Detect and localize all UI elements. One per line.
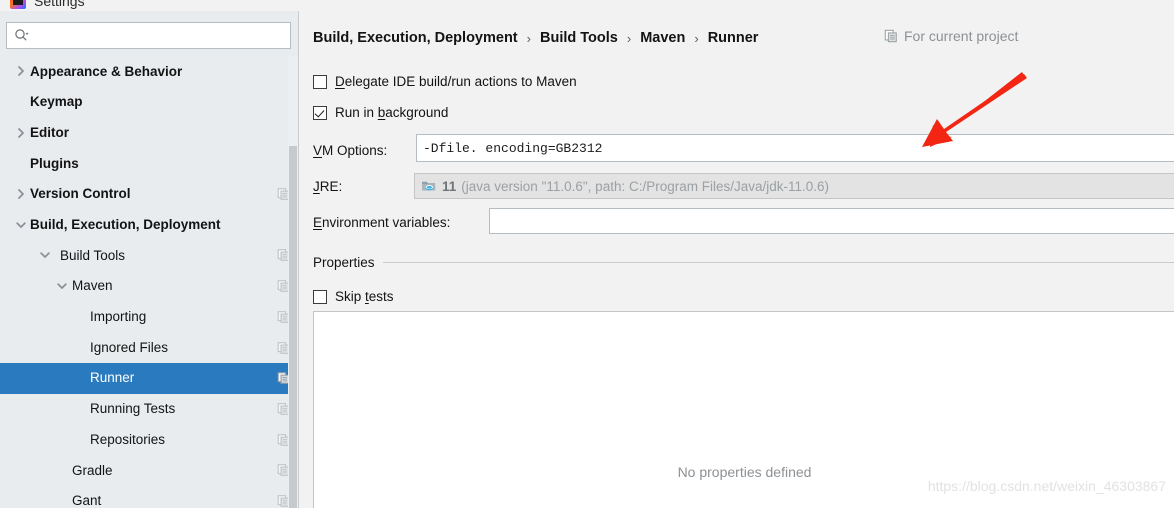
- chevron-right-icon[interactable]: [14, 64, 28, 78]
- search-input[interactable]: [34, 28, 274, 43]
- sidebar-item-label: Version Control: [30, 186, 131, 202]
- sidebar-item-label: Gant: [72, 493, 102, 508]
- chevron-right-icon[interactable]: [14, 126, 28, 140]
- sidebar-item-label: Repositories: [90, 431, 166, 447]
- breadcrumb-separator: ›: [694, 30, 699, 46]
- title-bar: Settings: [0, 0, 1174, 11]
- breadcrumb: Build, Execution, Deployment › Build Too…: [313, 27, 1174, 49]
- sidebar-item-label: Gradle: [72, 462, 113, 478]
- sidebar-item-label: Appearance & Behavior: [30, 63, 183, 79]
- section-divider: [382, 262, 1174, 263]
- sidebar-item-editor[interactable]: Editor: [0, 117, 298, 148]
- for-current-project-label: For current project: [904, 28, 1019, 44]
- sidebar-item-label: Keymap: [30, 94, 83, 110]
- sidebar-scrollbar-thumb[interactable]: [289, 146, 297, 508]
- sidebar-item-label: Maven: [72, 278, 113, 294]
- window-title: Settings: [34, 0, 85, 9]
- sidebar-item-build-execution-deployment[interactable]: Build, Execution, Deployment: [0, 209, 298, 240]
- watermark: https://blog.csdn.net/weixin_46303867: [927, 478, 1166, 494]
- delegate-mnemonic: D: [335, 74, 345, 89]
- delegate-ide-build-checkbox-row[interactable]: Delegate IDE build/run actions to Maven: [313, 74, 577, 89]
- chevron-down-icon[interactable]: [14, 218, 28, 232]
- run-in-background-label: Run in background: [335, 105, 449, 120]
- skip-tests-label-pre: Skip: [335, 289, 366, 304]
- skip-tests-label: Skip tests: [335, 289, 394, 304]
- properties-section-title: Properties: [313, 255, 375, 270]
- delegate-label-rest: elegate IDE build/run actions to Maven: [344, 74, 577, 89]
- sidebar-item-maven[interactable]: Maven: [0, 271, 298, 302]
- skip-tests-checkbox[interactable]: [313, 289, 327, 304]
- breadcrumb-separator: ›: [526, 30, 531, 46]
- skip-tests-checkbox-row[interactable]: Skip tests: [313, 289, 394, 304]
- environment-variables-input[interactable]: [489, 208, 1174, 234]
- settings-tree: Appearance & Behavior Keymap Editor Plugins…: [0, 56, 298, 508]
- run-in-background-checkbox[interactable]: [313, 105, 327, 120]
- breadcrumb-item[interactable]: Build Tools: [540, 30, 618, 46]
- sidebar-item-label: Build, Execution, Deployment: [30, 217, 221, 233]
- intellij-idea-logo-icon: [10, 0, 26, 9]
- jre-description: (java version "11.0.6", path: C:/Program…: [461, 178, 830, 194]
- sidebar-item-importing[interactable]: Importing: [0, 302, 298, 333]
- environment-variables-label: Environment variables:: [313, 215, 451, 230]
- jre-combo-box[interactable]: 11 (java version "11.0.6", path: C:/Prog…: [414, 173, 1174, 199]
- breadcrumb-item[interactable]: Maven: [640, 30, 685, 46]
- vm-options-input[interactable]: -Dfile. encoding=GB2312: [416, 134, 1174, 162]
- breadcrumb-item[interactable]: Runner: [708, 30, 759, 46]
- breadcrumb-separator: ›: [626, 30, 632, 46]
- jre-mnemonic: J: [313, 179, 320, 194]
- sidebar-item-label: Editor: [30, 124, 69, 140]
- settings-content-pane: Build, Execution, Deployment › Build Too…: [300, 11, 1174, 508]
- properties-section-header: Properties: [313, 255, 1174, 270]
- sidebar-item-label: Runner: [90, 370, 135, 386]
- sidebar-item-gradle[interactable]: Gradle: [0, 455, 298, 486]
- sidebar-item-repositories[interactable]: Repositories: [0, 424, 298, 455]
- vm-options-value: -Dfile. encoding=GB2312: [423, 140, 603, 156]
- delegate-ide-build-label: Delegate IDE build/run actions to Maven: [335, 74, 577, 89]
- settings-search-box[interactable]: [6, 22, 291, 49]
- settings-dialog: Settings Appearance & Behavior Keymap Edit…: [0, 0, 1174, 508]
- for-current-project-indicator: For current project: [884, 28, 1018, 44]
- java-folder-icon: [422, 181, 436, 191]
- sidebar-item-version-control[interactable]: Version Control: [0, 179, 298, 210]
- sidebar-item-label: Running Tests: [90, 401, 176, 417]
- jre-label: JRE:: [313, 179, 343, 194]
- vm-options-label: VM Options:: [313, 143, 388, 158]
- sidebar-scrollbar-track[interactable]: [288, 56, 298, 508]
- chevron-down-icon[interactable]: [55, 279, 69, 293]
- sidebar-item-label: Build Tools: [60, 247, 126, 263]
- copy-icon: [884, 29, 897, 43]
- sidebar-item-label: Ignored Files: [90, 339, 169, 355]
- skip-tests-label-rest: ests: [368, 289, 394, 304]
- env-vars-mnemonic: E: [313, 215, 323, 230]
- sidebar-item-gant[interactable]: Gant: [0, 486, 298, 508]
- sidebar-item-label: Plugins: [30, 155, 79, 171]
- search-icon: [15, 29, 29, 41]
- run-in-background-checkbox-row[interactable]: Run in background: [313, 105, 448, 120]
- sidebar-item-runner[interactable]: Runner: [0, 362, 298, 394]
- run-background-label-rest: ackground: [385, 105, 449, 120]
- sidebar-item-appearance-behavior[interactable]: Appearance & Behavior: [0, 56, 298, 87]
- delegate-ide-build-checkbox[interactable]: [313, 74, 327, 89]
- settings-sidebar: Appearance & Behavior Keymap Editor Plugins…: [0, 11, 299, 508]
- sidebar-item-keymap[interactable]: Keymap: [0, 87, 298, 118]
- vm-options-mnemonic: V: [313, 143, 323, 158]
- breadcrumb-item[interactable]: Build, Execution, Deployment: [313, 30, 518, 46]
- sidebar-item-running-tests[interactable]: Running Tests: [0, 394, 298, 425]
- sidebar-item-build-tools[interactable]: Build Tools: [0, 240, 298, 271]
- chevron-right-icon[interactable]: [14, 187, 28, 201]
- jre-version: 11: [442, 178, 457, 194]
- sidebar-item-label: Importing: [90, 309, 147, 325]
- chevron-down-icon[interactable]: [38, 248, 52, 262]
- sidebar-item-ignored-files[interactable]: Ignored Files: [0, 332, 298, 363]
- sidebar-item-plugins[interactable]: Plugins: [0, 148, 298, 179]
